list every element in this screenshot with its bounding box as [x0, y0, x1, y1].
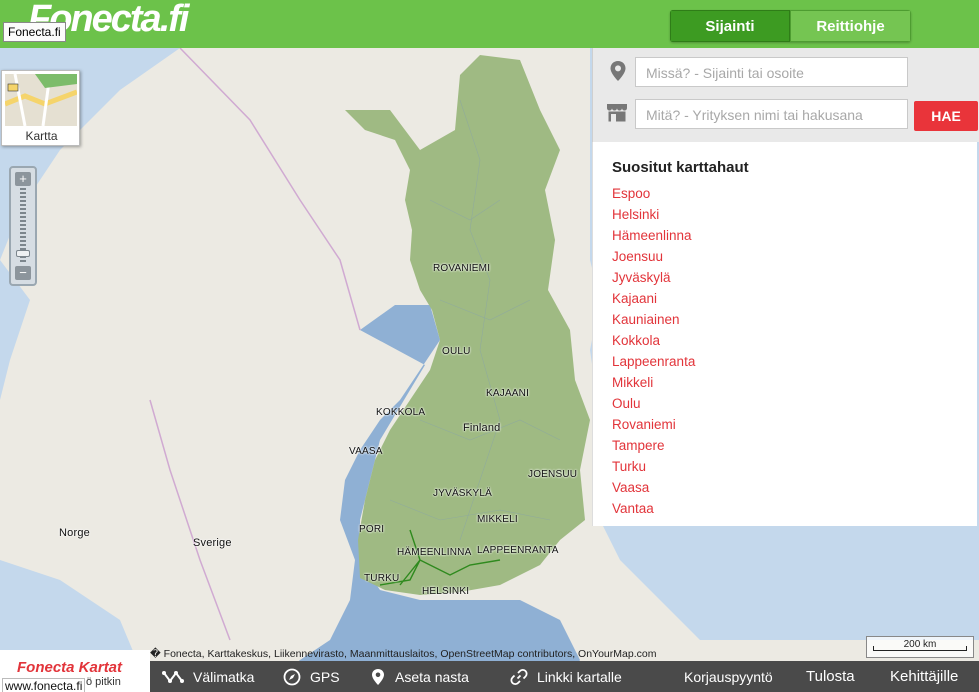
popular-searches-panel: Suositut karttahaut Espoo Helsinki Hämee… — [592, 142, 977, 526]
linkki-kartalle-button[interactable]: Linkki kartalle — [510, 661, 622, 692]
what-search-input[interactable]: Mitä? - Yrityksen nimi tai hakusana — [635, 99, 908, 129]
map-label-vaasa: VAASA — [349, 446, 383, 457]
map-attribution: � Fonecta, Karttakeskus, Liikennevirasto… — [150, 648, 657, 660]
storefront-icon — [607, 104, 627, 122]
link-icon — [510, 668, 528, 685]
popular-link-oulu[interactable]: Oulu — [612, 396, 695, 417]
map-label-lappeenranta: LAPPEENRANTA — [477, 545, 559, 556]
tab-sijainti[interactable]: Sijainti — [670, 10, 790, 42]
map-label-norge: Norge — [59, 527, 90, 539]
map-scale-bar: 200 km — [866, 636, 974, 658]
scale-line — [873, 646, 967, 651]
popular-link-rovaniemi[interactable]: Rovaniemi — [612, 417, 695, 438]
map-label-oulu: OULU — [442, 346, 471, 357]
map-label-finland: Finland — [463, 422, 501, 434]
fonecta-kartat-logo[interactable]: Fonecta Kartat — [17, 659, 122, 676]
popular-link-joensuu[interactable]: Joensuu — [612, 249, 695, 270]
popular-searches-list: Espoo Helsinki Hämeenlinna Joensuu Jyväs… — [612, 186, 695, 522]
brand-box: Fonecta Kartat ö pitkin www.fonecta.fi — [0, 650, 150, 692]
popular-link-mikkeli[interactable]: Mikkeli — [612, 375, 695, 396]
popular-link-espoo[interactable]: Espoo — [612, 186, 695, 207]
map-label-rovaniemi: ROVANIEMI — [433, 263, 491, 274]
search-button[interactable]: HAE — [914, 101, 978, 131]
gps-button[interactable]: GPS — [283, 661, 340, 692]
kehittajille-label: Kehittäjille — [890, 668, 959, 685]
map-layer-thumbnail — [5, 74, 77, 126]
tab-reittiohje[interactable]: Reittiohje — [790, 10, 911, 42]
valimatka-button[interactable]: Välimatka — [162, 661, 254, 692]
valimatka-label: Välimatka — [193, 668, 255, 685]
popular-link-tampere[interactable]: Tampere — [612, 438, 695, 459]
map-layer-label: Kartta — [25, 129, 58, 143]
popular-link-vaasa[interactable]: Vaasa — [612, 480, 695, 501]
map-label-kokkola: KOKKOLA — [376, 407, 426, 418]
map-label-hameenlinna: HÄMEENLINNA — [397, 547, 472, 558]
bottom-toolbar: Välimatka GPS Aseta nasta Linkki kartall… — [150, 661, 979, 692]
popular-searches-title: Suositut karttahaut — [612, 159, 749, 176]
location-pin-icon — [610, 61, 626, 81]
zoom-in-button[interactable]: + — [15, 172, 31, 186]
gps-label: GPS — [310, 668, 340, 685]
compass-icon — [283, 668, 301, 685]
popular-link-kajaani[interactable]: Kajaani — [612, 291, 695, 312]
zoom-slider-handle[interactable] — [16, 250, 30, 257]
aseta-nasta-button[interactable]: Aseta nasta — [370, 661, 469, 692]
tulosta-label: Tulosta — [806, 668, 855, 685]
map-label-mikkeli: MIKKELI — [477, 514, 518, 525]
distance-icon — [162, 670, 184, 683]
popular-link-jyvaskyla[interactable]: Jyväskylä — [612, 270, 695, 291]
map-label-turku: TURKU — [364, 573, 400, 584]
map-label-pori: PORI — [359, 524, 385, 535]
map-label-helsinki: HELSINKI — [422, 586, 470, 597]
kehittajille-button[interactable]: Kehittäjille — [890, 661, 958, 692]
aseta-nasta-label: Aseta nasta — [395, 668, 469, 685]
korjauspyynto-label: Korjauspyyntö — [684, 668, 773, 685]
search-panel: Missä? - Sijainti tai osoite Mitä? - Yri… — [592, 48, 979, 142]
popular-link-kauniainen[interactable]: Kauniainen — [612, 312, 695, 333]
map-label-kajaani: KAJAANI — [486, 388, 530, 399]
popular-link-hameenlinna[interactable]: Hämeenlinna — [612, 228, 695, 249]
map-label-joensuu: JOENSUU — [528, 469, 578, 480]
popular-link-vantaa[interactable]: Vantaa — [612, 501, 695, 522]
zoom-out-button[interactable]: − — [15, 266, 31, 280]
brand-url-tooltip: www.fonecta.fi — [2, 678, 86, 692]
popular-link-helsinki[interactable]: Helsinki — [612, 207, 695, 228]
map-label-sverige: Sverige — [193, 537, 232, 549]
top-header: Fonecta.fi Fonecta.fi Sijainti Reittiohj… — [0, 0, 979, 48]
linkki-kartalle-label: Linkki kartalle — [537, 668, 622, 685]
where-search-input[interactable]: Missä? - Sijainti tai osoite — [635, 57, 908, 87]
map-label-jyvaskyla: JYVÄSKYLÄ — [433, 488, 493, 499]
korjauspyynto-button[interactable]: Korjauspyyntö — [684, 661, 773, 692]
popular-link-kokkola[interactable]: Kokkola — [612, 333, 695, 354]
zoom-control: + − — [9, 166, 37, 286]
logo-tooltip: Fonecta.fi — [3, 22, 66, 42]
map-layer-switch[interactable]: Kartta — [1, 70, 80, 146]
tulosta-button[interactable]: Tulosta — [806, 661, 855, 692]
popular-link-turku[interactable]: Turku — [612, 459, 695, 480]
mode-tabs: Sijainti Reittiohje — [670, 10, 911, 42]
pin-icon — [372, 668, 384, 685]
brand-partial-text: ö pitkin — [86, 676, 121, 688]
popular-link-lappeenranta[interactable]: Lappeenranta — [612, 354, 695, 375]
